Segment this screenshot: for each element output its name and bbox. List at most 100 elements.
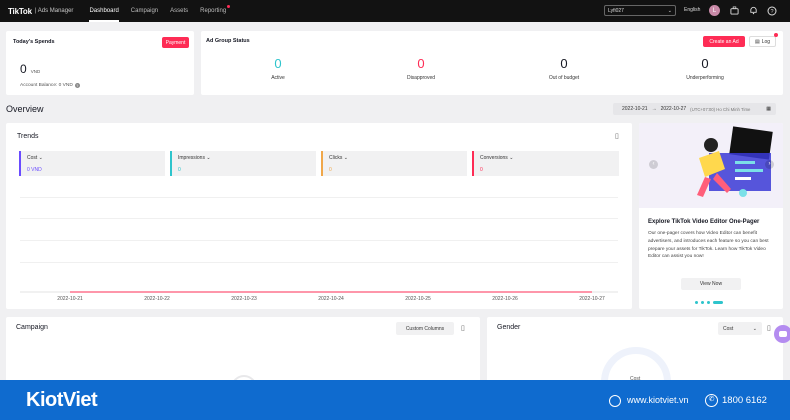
phone-icon: ✆ <box>705 394 718 407</box>
spends-title: Today's Spends <box>13 39 55 45</box>
carousel-dot[interactable] <box>695 301 698 304</box>
chevron-down-icon: ⌄ <box>38 155 43 161</box>
date-range-picker[interactable]: 2022-10-21 → 2022-10-27 (UTC+07:00) Ho C… <box>613 103 776 115</box>
carousel-prev-icon[interactable]: ‹ <box>649 160 658 169</box>
carousel-dots <box>695 301 723 304</box>
kiotviet-logo: KiotViet <box>26 389 98 411</box>
x-tick-label: 2022-10-23 <box>231 296 257 300</box>
x-tick-label: 2022-10-26 <box>492 296 518 300</box>
metric-clicks-value: 0 <box>329 167 332 173</box>
gender-title: Gender <box>497 324 521 331</box>
stat-active[interactable]: 0 Active <box>238 56 318 81</box>
custom-columns-button[interactable]: Custom Columns <box>396 322 454 335</box>
globe-icon <box>609 395 621 407</box>
gender-select-value: Cost <box>723 325 734 332</box>
log-icon: ▤ <box>754 38 760 45</box>
trends-chart: 2022-10-21 2022-10-22 2022-10-23 2022-10-24… <box>20 291 618 300</box>
promo-illustration <box>639 123 783 208</box>
chevron-down-icon: ⌄ <box>667 7 672 14</box>
stat-disapproved-value: 0 <box>417 56 425 71</box>
promo-text: Our one-pager covers how Video Editor ca… <box>648 231 769 260</box>
log-button[interactable]: ▤ Log <box>749 36 776 47</box>
download-icon[interactable]: ▯ <box>615 132 619 140</box>
stat-active-value: 0 <box>274 56 282 71</box>
account-balance: Account Balance: 0 VND ? <box>20 83 80 88</box>
stat-underperforming-label: Underperforming <box>686 75 724 81</box>
calendar-icon: ▦ <box>766 106 771 112</box>
tiktok-logo[interactable]: TikTok <box>8 7 32 16</box>
metric-tab-clicks[interactable]: Clicks ⌄ 0 <box>321 151 467 176</box>
metric-tab-cost[interactable]: Cost ⌄ 0 VND <box>19 151 165 176</box>
website-text[interactable]: www.kiotviet.vn <box>627 395 689 405</box>
download-icon[interactable]: ▯ <box>767 324 771 332</box>
ads-manager-label: | Ads Manager <box>34 8 74 14</box>
payment-button[interactable]: Payment <box>162 37 189 48</box>
chevron-down-icon: ⌄ <box>752 325 757 332</box>
info-icon[interactable]: ? <box>74 83 80 88</box>
metric-impressions-value: 0 <box>178 167 181 173</box>
metric-impressions-name: Impressions ⌄ <box>178 155 211 161</box>
account-name: Lyfi027 <box>608 7 624 14</box>
date-separator: → <box>651 106 657 112</box>
campaign-title: Campaign <box>16 324 48 331</box>
nav-reporting[interactable]: Reporting <box>200 0 231 22</box>
promo-card: ‹ › Explore TikTok Video Editor One-Page… <box>639 123 783 309</box>
spend-value: 0 <box>20 62 27 76</box>
overview-title: Overview <box>6 104 44 114</box>
metric-tab-impressions[interactable]: Impressions ⌄ 0 <box>170 151 316 176</box>
chat-icon <box>779 331 787 337</box>
stat-underperforming[interactable]: 0 Underperforming <box>665 56 745 81</box>
carousel-dot[interactable] <box>701 301 704 304</box>
log-notification-dot <box>774 33 778 37</box>
stat-out-of-budget-label: Out of budget <box>548 75 580 81</box>
nav-assets[interactable]: Assets <box>170 0 188 22</box>
stat-disapproved-label: Disapproved <box>406 75 436 81</box>
help-icon[interactable]: ? <box>766 5 777 16</box>
metric-conversions-name: Conversions ⌄ <box>480 155 514 161</box>
create-ad-button[interactable]: Create an Ad <box>703 36 745 47</box>
svg-text:?: ? <box>770 9 773 15</box>
gender-metric-select[interactable]: Cost ⌄ <box>718 322 762 335</box>
stat-disapproved[interactable]: 0 Disapproved <box>381 56 461 81</box>
carousel-dot[interactable] <box>707 301 710 304</box>
metric-conversions-value: 0 <box>480 167 483 173</box>
account-select[interactable]: Lyfi027 ⌄ <box>604 5 676 16</box>
language-switch[interactable]: English <box>684 7 700 13</box>
briefcase-icon[interactable] <box>729 5 740 16</box>
kiotviet-banner: KiotViet www.kiotviet.vn ✆ 1800 6162 <box>0 380 790 420</box>
metric-tab-conversions[interactable]: Conversions ⌄ 0 <box>472 151 619 176</box>
chevron-down-icon: ⌄ <box>206 155 211 161</box>
date-end: 2022-10-27 <box>660 106 687 112</box>
chevron-down-icon: ⌄ <box>343 155 348 161</box>
nav-campaign[interactable]: Campaign <box>131 0 158 22</box>
spend-currency: VND <box>30 69 41 74</box>
avatar[interactable]: L <box>709 5 720 16</box>
ad-group-status-title: Ad Group Status <box>206 38 250 44</box>
campaign-card: Campaign Custom Columns ▯ <box>6 317 480 401</box>
gender-card: Gender Cost ⌄ ▯ Cost <box>487 317 783 387</box>
phone-number[interactable]: 1800 6162 <box>722 395 767 406</box>
bell-icon[interactable] <box>748 5 759 16</box>
stat-underperforming-value: 0 <box>701 56 709 71</box>
download-icon[interactable]: ▯ <box>461 324 465 332</box>
todays-spends-card: Today's Spends Payment 0 VND Account Bal… <box>6 31 194 95</box>
nav-dashboard[interactable]: Dashboard <box>89 0 120 22</box>
chat-float-button[interactable] <box>774 325 790 343</box>
ad-group-status-card: Ad Group Status Create an Ad ▤ Log 0 Acti… <box>201 31 783 95</box>
promo-title: Explore TikTok Video Editor One-Pager <box>648 219 760 225</box>
spend-value-row: 0 VND <box>20 62 40 76</box>
chevron-down-icon: ⌄ <box>509 155 514 161</box>
carousel-dot-active[interactable] <box>713 301 723 304</box>
x-tick-label: 2022-10-22 <box>144 296 170 300</box>
timezone: (UTC+07:00) Ho Chi Minh Time <box>690 106 751 112</box>
nav-reporting-label: Reporting <box>200 8 227 14</box>
notification-dot <box>227 5 231 8</box>
account-balance-text: Account Balance: 0 VND <box>20 83 73 88</box>
carousel-next-icon[interactable]: › <box>765 160 774 169</box>
x-tick-label: 2022-10-21 <box>57 296 83 300</box>
main-nav: Dashboard Campaign Assets Reporting <box>89 0 238 22</box>
view-now-button[interactable]: View Now <box>681 278 741 290</box>
date-start: 2022-10-21 <box>622 106 648 112</box>
metric-cost-value: 0 VND <box>27 167 42 173</box>
stat-out-of-budget[interactable]: 0 Out of budget <box>524 56 604 81</box>
